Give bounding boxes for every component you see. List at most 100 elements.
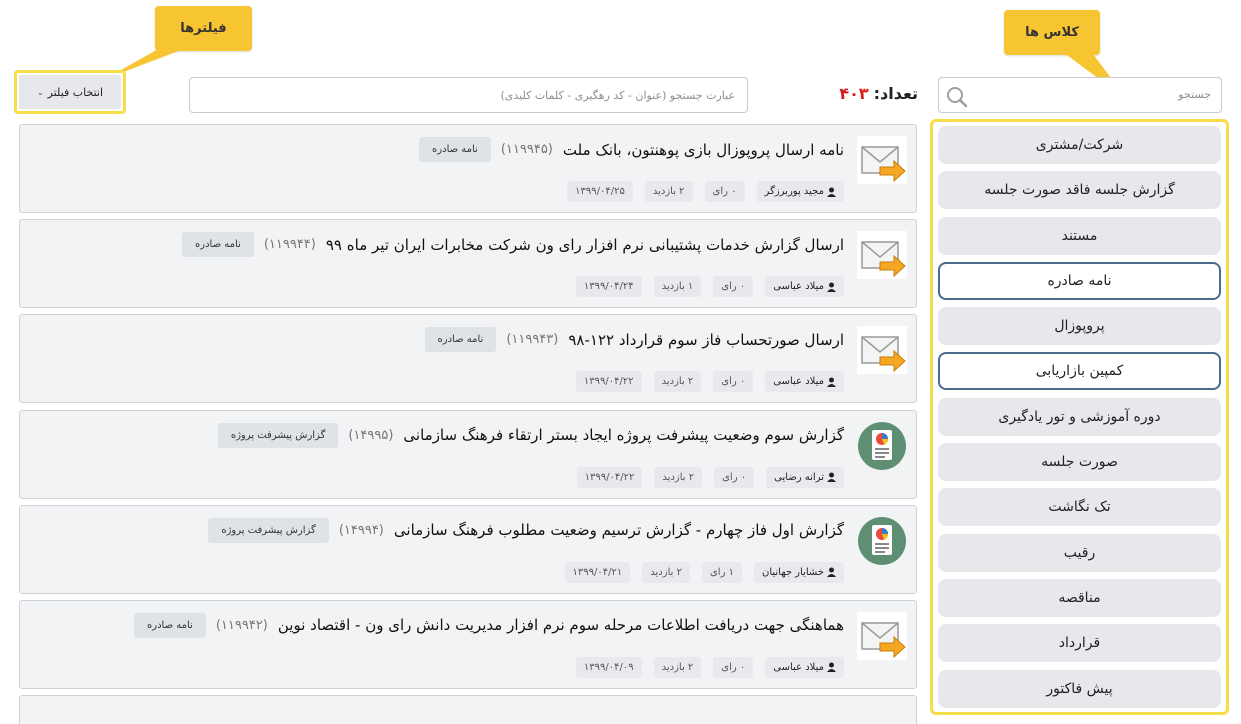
sidebar-item-label: صورت جلسه [1041,454,1118,471]
record-author-name: میلاد عباسی [773,661,824,673]
record-type-badge: گزارش پیشرفت پروژه [217,422,339,448]
record-type-badge: نامه صادره [419,137,491,162]
sidebar-item-meeting-report[interactable]: گزارش جلسه فاقد صورت جلسه [938,171,1221,210]
envelope-arrow-icon [857,136,907,184]
record-author: خشایار جهانیان [753,561,844,583]
user-icon [827,662,836,673]
sidebar-item-label: پروپوزال [1054,318,1105,335]
record-count: تعداد: ۴۰۳ [839,84,918,103]
record-type-badge: نامه صادره [424,327,497,353]
record-count-value: ۴۰۳ [839,84,869,103]
sidebar-item-marketing-campaign[interactable]: کمپین بازاریابی [938,352,1221,391]
filter-select-button[interactable]: انتخاب فیلتر ⌄ [14,70,126,114]
record-card-partial[interactable] [19,695,917,724]
record-date: ۱۳۹۹/۰۴/۲۵ [567,181,633,202]
main-search-input[interactable]: عبارت جستجو (عنوان - کد رهگیری - کلمات ک… [189,77,748,113]
sidebar-item-label: مناقصه [1058,589,1101,606]
record-views: ۱ بازدید [653,276,702,298]
record-list: نامه ارسال پروپوزال بازی پوهنتون، بانک م… [19,124,917,724]
envelope-arrow-icon [857,611,907,660]
sidebar-item-label: پیش فاکتور [1046,680,1113,697]
class-search-input[interactable]: جستجو [938,77,1222,113]
user-icon [827,377,836,387]
sidebar-item-competitor[interactable]: رقیب [938,533,1221,572]
record-views: ۲ بازدید [653,371,702,393]
sidebar-item-label: دوره آموزشی و تور یادگیری [998,408,1161,425]
record-title[interactable]: نامه ارسال پروپوزال بازی پوهنتون، بانک م… [563,141,844,159]
record-card[interactable]: ارسال صورتحساب فاز سوم قرارداد ۱۲۲-۹۸ (۱… [19,314,917,404]
record-views: ۲ بازدید [654,466,703,488]
record-views: ۲ بازدید [653,656,702,678]
sidebar-item-minutes[interactable]: صورت جلسه [938,443,1221,482]
sidebar-item-proposal[interactable]: پروپوزال [938,307,1221,346]
record-type-badge: نامه صادره [134,612,206,638]
record-date: ۱۳۹۹/۰۴/۰۹ [575,656,642,678]
record-votes: ۰ رای [713,656,754,678]
record-card[interactable]: هماهنگی جهت دریافت اطلاعات مرحله سوم نرم… [19,599,917,689]
envelope-arrow-icon [857,326,907,375]
sidebar-item-label: نامه صادره [1047,272,1112,289]
sidebar-item-label: قرارداد [1058,635,1101,652]
record-type-badge: نامه صادره [182,232,254,258]
sidebar-item-monograph[interactable]: تک نگاشت [938,488,1221,527]
classes-callout-text: کلاس ها [1025,25,1079,40]
record-views: ۲ بازدید [644,181,693,202]
record-title[interactable]: هماهنگی جهت دریافت اطلاعات مرحله سوم نرم… [278,616,844,634]
record-code: (۱۱۹۹۴۲) [215,617,268,633]
record-title[interactable]: ارسال گزارش خدمات پشتیبانی نرم افزار رای… [326,236,844,254]
user-icon [827,282,836,292]
record-title[interactable]: گزارش سوم وضعیت پیشرفت پروژه ایجاد بستر … [403,426,844,444]
record-code: (۱۱۹۹۴۵) [500,142,553,157]
record-author-name: میلاد عباسی [773,281,824,293]
sidebar-item-label: تک نگاشت [1048,499,1111,516]
record-author: ترانه رضایی [766,466,844,488]
record-date: ۱۳۹۹/۰۴/۲۲ [575,371,642,393]
record-type-badge: گزارش پیشرفت پروژه [208,517,329,543]
sidebar-item-company[interactable]: شرکت/مشتری [938,126,1221,164]
record-count-label: تعداد: [873,84,918,103]
user-icon [827,187,836,197]
record-title[interactable]: ارسال صورتحساب فاز سوم قرارداد ۱۲۲-۹۸ [568,331,844,349]
progress-report-icon [858,516,906,565]
class-search-placeholder: جستجو [1178,88,1211,101]
record-author: میلاد عباسی [765,656,844,678]
sidebar-item-label: کمپین بازاریابی [1035,363,1124,380]
sidebar-item-contract[interactable]: قرارداد [938,624,1221,663]
record-author-name: میلاد عباسی [773,376,824,388]
record-code: (۱۱۹۹۴۴) [263,237,316,253]
sidebar-item-label: گزارش جلسه فاقد صورت جلسه [984,182,1175,199]
sidebar-item-label: رقیب [1063,544,1096,561]
record-views: ۲ بازدید [642,561,690,583]
record-title[interactable]: گزارش اول فاز چهارم - گزارش ترسیم وضعیت … [394,521,844,539]
record-code: (۱۴۹۹۵) [348,427,394,443]
class-sidebar: شرکت/مشتری گزارش جلسه فاقد صورت جلسه مست… [930,119,1229,715]
filters-callout-text: فیلترها [180,21,227,36]
record-card[interactable]: گزارش سوم وضعیت پیشرفت پروژه ایجاد بستر … [19,409,917,499]
sidebar-item-outgoing-letter[interactable]: نامه صادره [938,261,1221,300]
sidebar-item-label: مستند [1061,227,1098,244]
record-code: (۱۱۹۹۴۳) [506,332,559,348]
user-icon [827,567,836,578]
sidebar-item-document[interactable]: مستند [938,216,1221,255]
sidebar-item-proforma[interactable]: پیش فاکتور [938,669,1221,708]
user-icon [827,472,836,483]
envelope-arrow-icon [857,231,907,280]
sidebar-item-label: شرکت/مشتری [1035,137,1124,153]
record-card[interactable]: نامه ارسال پروپوزال بازی پوهنتون، بانک م… [19,124,917,213]
sidebar-item-tender[interactable]: مناقصه [938,578,1221,617]
search-icon[interactable] [944,84,970,110]
record-date: ۱۳۹۹/۰۴/۲۲ [576,466,643,488]
record-author: میلاد عباسی [765,371,844,393]
record-code: (۱۴۹۹۴) [338,522,384,538]
record-author-name: خشایار جهانیان [761,566,824,578]
record-votes: ۰ رای [704,181,745,202]
sidebar-item-training-course[interactable]: دوره آموزشی و تور یادگیری [938,397,1221,436]
record-date: ۱۳۹۹/۰۴/۲۱ [564,561,631,583]
record-votes: ۰ رای [713,371,754,393]
record-card[interactable]: گزارش اول فاز چهارم - گزارش ترسیم وضعیت … [19,504,917,594]
record-card[interactable]: ارسال گزارش خدمات پشتیبانی نرم افزار رای… [19,219,917,309]
progress-report-icon [858,421,906,470]
record-votes: ۱ رای [701,561,742,583]
record-author: مجید پوربرزگر [756,181,844,202]
record-date: ۱۳۹۹/۰۴/۲۴ [575,276,642,298]
